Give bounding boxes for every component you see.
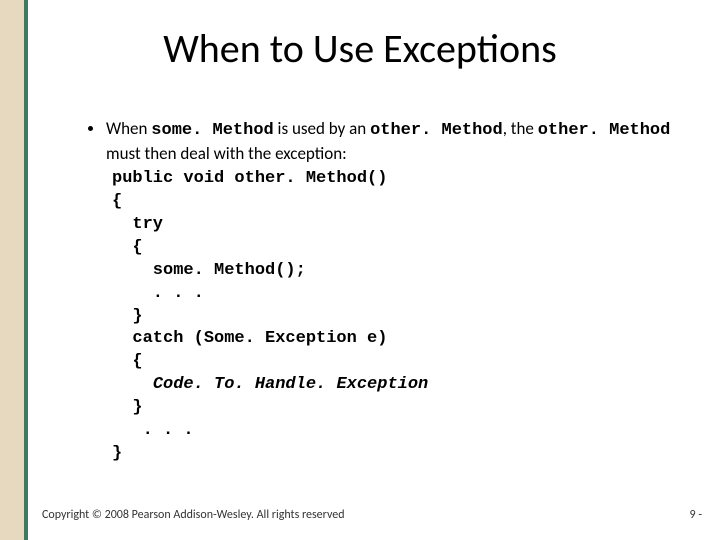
page-number: 9 - [690,508,702,522]
bullet-text-2: is used by an [274,118,370,139]
code-line-5: some. Method(); [112,261,306,280]
bullet-code-3: other. Method [538,121,671,140]
copyright-text: Copyright © 2008 Pearson Addison-Wesley.… [42,508,345,522]
left-accent-bar [0,0,28,540]
code-line-2: { [112,192,122,211]
code-line-10-indent [112,375,153,394]
code-line-10-text: Code. To. Handle. Exception [153,375,428,394]
code-line-9: { [112,352,143,371]
code-line-3: try [112,215,163,234]
code-line-11: } [112,398,143,417]
code-line-6: . . . [112,284,204,303]
bullet-text-1: When [106,118,151,139]
slide: When to Use Exceptions When some. Method… [0,0,720,540]
bullet-text-4: must then deal with the exception: [106,143,347,164]
bullet-dot-icon [88,126,93,131]
bullet-code-2: other. Method [370,121,503,140]
code-line-12: . . . [112,421,194,440]
slide-body: When some. Method is used by an other. M… [88,118,680,466]
bullet-item: When some. Method is used by an other. M… [88,118,680,166]
bullet-code-1: some. Method [151,121,273,140]
bullet-text-3: , the [503,118,538,139]
slide-title: When to Use Exceptions [0,24,720,73]
code-line-7: } [112,307,143,326]
code-block: public void other. Method() { try { some… [112,168,680,466]
code-line-4: { [112,238,143,257]
code-line-13: } [112,444,122,463]
code-line-8: catch (Some. Exception e) [112,329,387,348]
code-line-1: public void other. Method() [112,169,387,188]
